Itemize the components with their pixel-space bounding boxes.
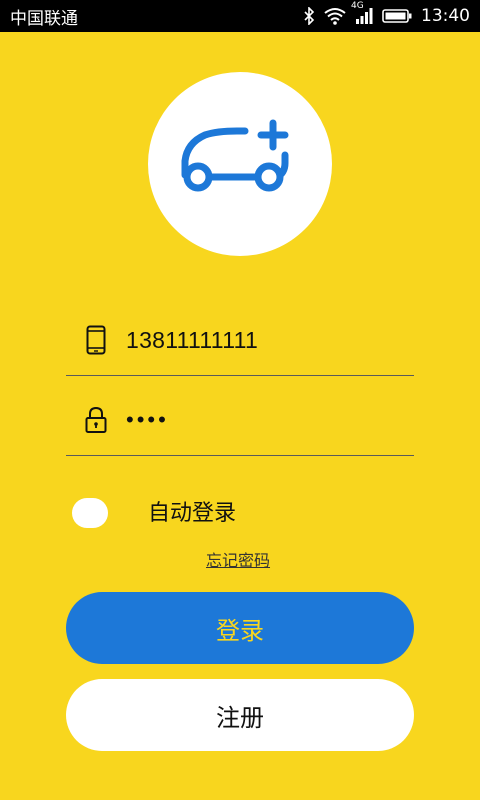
wifi-icon (324, 7, 346, 25)
auto-login-label: 自动登录 (148, 501, 237, 526)
login-button[interactable]: 登录 (66, 592, 414, 664)
app-logo (148, 72, 332, 256)
phone-input[interactable]: 13811111111 (126, 324, 258, 356)
car-plus-icon (175, 117, 305, 211)
battery-icon (382, 8, 412, 24)
register-button[interactable]: 注册 (66, 679, 414, 751)
password-field[interactable]: •••• (66, 376, 414, 456)
lock-icon (84, 404, 108, 436)
auto-login-toggle[interactable] (72, 498, 108, 528)
cell-signal-icon: 4G (351, 1, 373, 25)
phone-icon (84, 324, 108, 356)
forgot-password-link[interactable]: 忘记密码 (206, 549, 270, 573)
bluetooth-icon (303, 7, 315, 25)
network-type: 4G (351, 1, 364, 11)
clock: 13:40 (421, 6, 470, 26)
phone-field[interactable]: 13811111111 (66, 296, 414, 376)
status-bar: 中国联通 4G 13:40 (0, 0, 480, 32)
password-input[interactable]: •••• (126, 404, 169, 436)
carrier-name: 中国联通 (10, 8, 78, 29)
status-icons: 4G 13:40 (303, 1, 470, 26)
